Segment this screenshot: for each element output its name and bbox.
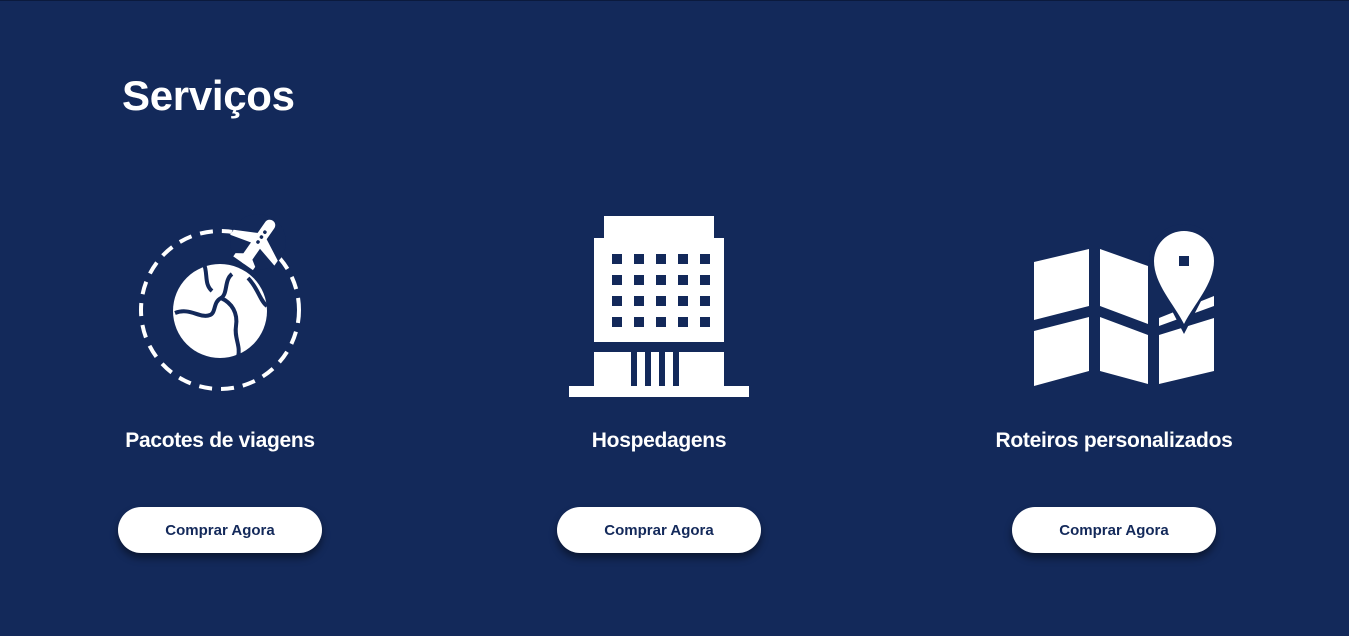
service-card-lodging: Hospedagens Comprar Agora xyxy=(499,206,819,576)
service-title: Roteiros personalizados xyxy=(995,429,1233,452)
hotel-building-icon xyxy=(559,206,759,406)
buy-now-button[interactable]: Comprar Agora xyxy=(557,507,761,553)
service-card-custom-itineraries: Roteiros personalizados Comprar Agora xyxy=(954,206,1274,576)
buy-now-button[interactable]: Comprar Agora xyxy=(1012,507,1216,553)
services-section: Serviços Pacotes de viagens Comprar Agor… xyxy=(0,0,1349,636)
page-title: Serviços xyxy=(122,72,295,119)
service-title: Hospedagens xyxy=(591,429,727,452)
map-pin-icon xyxy=(1014,206,1214,406)
globe-airplane-icon xyxy=(120,206,320,406)
service-card-travel-packages: Pacotes de viagens Comprar Agora xyxy=(60,206,380,576)
service-title: Pacotes de viagens xyxy=(125,429,315,452)
buy-now-button[interactable]: Comprar Agora xyxy=(118,507,322,553)
